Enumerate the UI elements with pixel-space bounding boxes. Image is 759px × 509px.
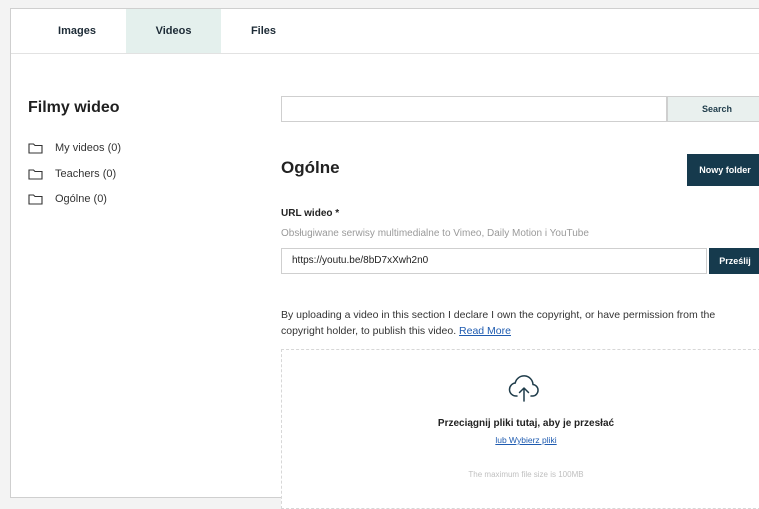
sidebar-item-teachers[interactable]: Teachers (0) (28, 165, 116, 183)
copyright-notice: By uploading a video in this section I d… (281, 307, 751, 339)
search-button[interactable]: Search (667, 96, 759, 122)
url-input[interactable]: https://youtu.be/8bD7xXwh2n0 (281, 248, 707, 274)
upload-drop-zone[interactable]: Przeciągnij pliki tutaj, aby je przesłać… (281, 349, 759, 509)
read-more-link[interactable]: Read More (459, 325, 511, 337)
folder-label: Teachers (0) (55, 168, 117, 180)
cloud-upload-icon (508, 375, 539, 402)
tab-videos[interactable]: Videos (126, 9, 221, 53)
tab-images[interactable]: Images (37, 9, 117, 53)
sidebar-item-ogolne[interactable]: Ogólne (0) (28, 190, 107, 208)
sidebar-item-my-videos[interactable]: My videos (0) (28, 139, 121, 157)
folder-label: My videos (0) (55, 142, 122, 154)
page-title: Ogólne (281, 158, 340, 177)
search-input[interactable] (281, 96, 667, 122)
url-field-hint: Obsługiwane serwisy multimedialne to Vim… (281, 228, 589, 239)
folder-icon (28, 142, 43, 154)
sidebar-title: Filmy wideo (28, 99, 120, 116)
max-file-size: The maximum file size is 100MB (468, 470, 584, 479)
tab-files[interactable]: Files (226, 9, 301, 53)
folder-label: Ogólne (0) (55, 193, 107, 205)
url-field-label: URL wideo * (281, 208, 340, 219)
new-folder-button[interactable]: Nowy folder (687, 154, 759, 186)
folder-icon (28, 193, 43, 205)
submit-url-button[interactable]: Prześlij (709, 248, 759, 274)
media-tabs: Images Videos Files (11, 9, 759, 54)
choose-files-link[interactable]: lub Wybierz pliki (282, 435, 759, 445)
folder-icon (28, 168, 43, 180)
drop-zone-text: Przeciągnij pliki tutaj, aby je przesłać (437, 418, 615, 429)
media-panel: Images Videos Files Filmy wideo My video… (10, 8, 759, 509)
